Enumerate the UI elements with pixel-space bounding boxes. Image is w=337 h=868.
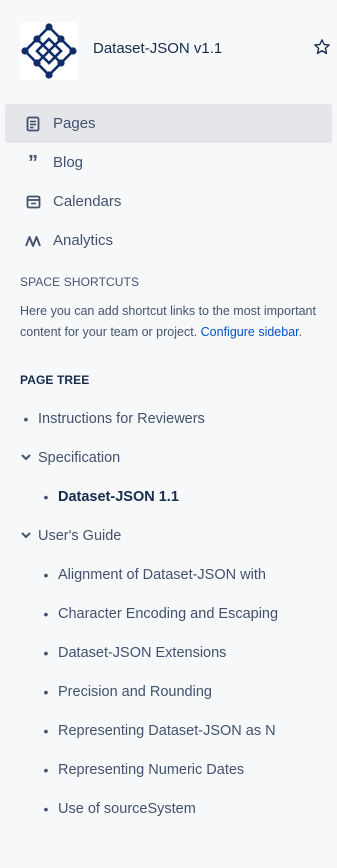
tree-item-label: Representing Dataset-JSON as N [58,722,276,739]
shortcuts-period: . [298,325,303,339]
analytics-icon [25,233,41,249]
bullet-icon: • [43,800,49,817]
nav-item-label: Blog [53,154,84,171]
tree-item-instructions-for-reviewers[interactable]: • Instructions for Reviewers [0,399,337,438]
pages-icon [25,116,41,132]
bullet-icon: • [43,761,49,778]
space-title[interactable]: Dataset-JSON v1.1 [93,40,222,57]
bullet-icon: • [23,410,29,427]
space-nav: Pages ” Blog Calendars Analytics [0,104,337,260]
tree-item-label: Dataset-JSON 1.1 [58,488,179,505]
nav-item-blog[interactable]: ” Blog [5,143,332,182]
bullet-icon: • [43,644,49,661]
space-header: Dataset-JSON v1.1 [0,0,337,92]
tree-item-precision-and-rounding[interactable]: • Precision and Rounding [0,672,337,711]
tree-item-use-of-sourcesystem[interactable]: • Use of sourceSystem [0,789,337,828]
tree-item-representing-numeric-dates[interactable]: • Representing Numeric Dates [0,750,337,789]
space-shortcuts-description: Here you can add shortcut links to the m… [0,289,337,343]
nav-item-label: Calendars [53,193,122,210]
tree-item-label: Representing Numeric Dates [58,761,245,778]
tree-item-label: Use of sourceSystem [58,800,196,817]
bullet-icon: • [43,683,49,700]
chevron-down-icon[interactable] [14,454,38,461]
tree-item-label: Alignment of Dataset-JSON with [58,566,266,583]
tree-item-label: Character Encoding and Escaping [58,605,279,622]
nav-item-label: Analytics [53,232,114,249]
tree-item-specification[interactable]: Specification [0,438,337,477]
page-tree: • Instructions for Reviewers Specificati… [0,399,337,828]
bullet-icon: • [43,605,49,622]
tree-item-users-guide[interactable]: User's Guide [0,516,337,555]
quote-icon: ” [28,151,38,174]
star-icon[interactable] [313,38,331,56]
tree-item-representing-dataset-json[interactable]: • Representing Dataset-JSON as N [0,711,337,750]
tree-item-alignment[interactable]: • Alignment of Dataset-JSON with [0,555,337,594]
chevron-down-icon[interactable] [14,532,38,539]
bullet-icon: • [43,722,49,739]
tree-item-character-encoding[interactable]: • Character Encoding and Escaping [0,594,337,633]
space-logo[interactable] [20,22,78,80]
bullet-icon: • [43,566,49,583]
network-diamond-logo-icon [21,23,77,79]
bullet-icon: • [43,488,49,505]
nav-item-pages[interactable]: Pages [5,104,332,143]
space-shortcuts-heading: SPACE SHORTCUTS [20,275,140,289]
tree-item-label: Dataset-JSON Extensions [58,644,227,661]
tree-item-label: Instructions for Reviewers [38,410,205,427]
tree-item-dataset-json-1-1[interactable]: • Dataset-JSON 1.1 [0,477,337,516]
tree-item-extensions[interactable]: • Dataset-JSON Extensions [0,633,337,672]
page-tree-heading: PAGE TREE [20,373,90,387]
tree-item-label: User's Guide [38,527,122,544]
calendar-icon [25,194,41,210]
tree-item-label: Precision and Rounding [58,683,212,700]
nav-item-label: Pages [53,115,96,132]
nav-item-calendars[interactable]: Calendars [5,182,332,221]
nav-item-analytics[interactable]: Analytics [5,221,332,260]
configure-sidebar-link[interactable]: Configure sidebar [201,325,299,339]
tree-item-label: Specification [38,449,121,466]
